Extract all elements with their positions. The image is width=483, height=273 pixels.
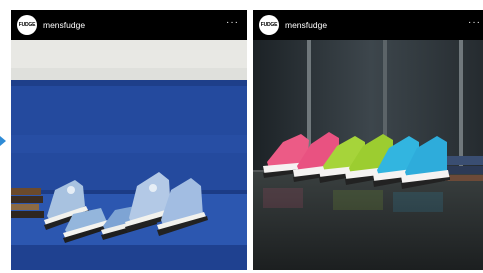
- account-avatar[interactable]: FUDGE: [259, 15, 279, 35]
- account-avatar[interactable]: FUDGE: [17, 15, 37, 35]
- avatar-logo-text: FUDGE: [18, 22, 36, 28]
- book: [11, 204, 39, 210]
- carousel-arrow-icon[interactable]: [0, 136, 6, 146]
- more-options-icon[interactable]: ···: [468, 18, 481, 28]
- more-options-icon[interactable]: ···: [226, 18, 239, 28]
- post-photo-color-sneakers[interactable]: [253, 40, 483, 270]
- floor: [253, 170, 483, 270]
- account-username[interactable]: mensfudge: [285, 20, 327, 30]
- book: [11, 196, 43, 203]
- feed-post-blue-sneakers: FUDGE mensfudge ···: [11, 10, 247, 270]
- book: [443, 156, 483, 165]
- avatar-logo-text: FUDGE: [260, 22, 278, 28]
- post-header: FUDGE mensfudge ···: [11, 10, 247, 40]
- account-username[interactable]: mensfudge: [43, 20, 85, 30]
- post-header: FUDGE mensfudge ···: [253, 10, 483, 40]
- book: [11, 188, 41, 195]
- book: [11, 211, 44, 218]
- feed-post-color-sneakers: FUDGE mensfudge ···: [253, 10, 483, 270]
- post-photo-blue-sneakers[interactable]: [11, 40, 247, 270]
